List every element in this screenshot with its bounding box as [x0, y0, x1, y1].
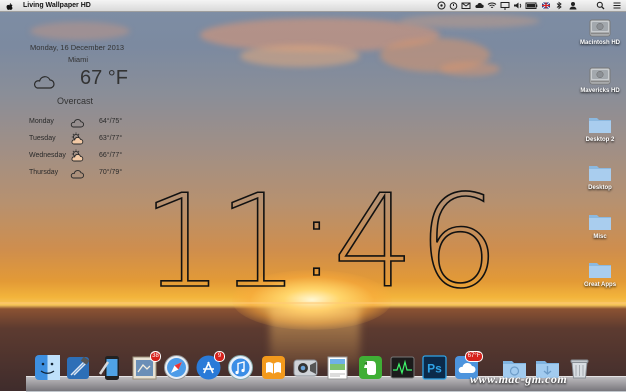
- facetime-camera-icon[interactable]: [292, 354, 319, 381]
- trash-icon[interactable]: [566, 354, 593, 381]
- overcast-icon: [31, 73, 55, 95]
- finder-icon[interactable]: [34, 354, 61, 381]
- weather-badge: 67°F: [465, 351, 483, 362]
- clock-minute-digit: 6: [417, 168, 500, 317]
- mail-badge: 38: [150, 351, 161, 362]
- folder-icon: [587, 210, 613, 232]
- user-icon[interactable]: [568, 1, 578, 10]
- cloudy-icon: [69, 116, 85, 128]
- hard-drive-icon: [587, 16, 613, 38]
- watermark-text: www.mac-gm.com: [470, 372, 568, 386]
- forecast-day: Wednesday: [29, 152, 66, 159]
- status-circle-icon[interactable]: [437, 1, 446, 10]
- ibooks-icon[interactable]: [260, 354, 287, 381]
- safari-icon[interactable]: [163, 354, 190, 381]
- mail-icon[interactable]: [461, 1, 471, 10]
- notification-center-icon[interactable]: [612, 1, 622, 10]
- bluetooth-icon[interactable]: [555, 1, 563, 10]
- desktop-icon-macintosh-hd[interactable]: Macintosh HD: [578, 16, 622, 46]
- spotlight-icon[interactable]: [596, 1, 605, 10]
- clock-hour-digit: 1: [217, 168, 300, 317]
- desktop-icon-label: Great Apps: [583, 282, 617, 288]
- wifi-icon[interactable]: [487, 1, 497, 10]
- clock-hour-digit: 1: [141, 168, 224, 317]
- folder-icon: [587, 113, 613, 135]
- desktop-icon-label: Macintosh HD: [579, 40, 620, 46]
- forecast-temps: 64°/75°: [99, 118, 123, 125]
- app-store-badge: 9: [214, 351, 225, 362]
- app-store-icon[interactable]: 9: [195, 351, 225, 381]
- battery-icon[interactable]: [525, 1, 538, 10]
- folder-icon: [587, 161, 613, 183]
- desktop-icon-misc[interactable]: Misc: [578, 210, 622, 240]
- display-icon[interactable]: [500, 1, 510, 10]
- iphone-simulator-icon[interactable]: [98, 354, 125, 381]
- forecast-temps: 66°/77°: [99, 152, 123, 159]
- cloud-icon[interactable]: [474, 1, 484, 10]
- weather-condition: Overcast: [57, 96, 94, 106]
- desktop-icon-label: Mavericks HD: [580, 88, 620, 94]
- forecast-day: Thursday: [29, 169, 59, 176]
- clock-minute-digit: 4: [332, 168, 415, 317]
- cloudy-icon: [69, 167, 85, 179]
- flag-icon[interactable]: [541, 1, 551, 10]
- itunes-icon[interactable]: [227, 354, 254, 381]
- hard-drive-icon: [587, 64, 613, 86]
- mail-stamp-icon[interactable]: 38: [131, 351, 161, 381]
- forecast-day: Tuesday: [29, 135, 56, 142]
- partly-sunny-icon: [69, 132, 85, 145]
- clock-separator: :: [297, 172, 336, 302]
- forecast-temps: 63°/77°: [99, 135, 123, 142]
- desktop-icon-label: Misc: [593, 234, 607, 240]
- evernote-icon[interactable]: [357, 354, 384, 381]
- folder-icon: [587, 258, 613, 280]
- desktop-icon-label: Desktop: [588, 185, 612, 191]
- cloud-shape: [30, 22, 130, 40]
- cloud-shape: [240, 45, 360, 67]
- apple-icon[interactable]: [5, 0, 14, 11]
- app-menu-title[interactable]: Living Wallpaper HD: [23, 0, 91, 11]
- cloud-shape: [440, 62, 500, 76]
- desktop-icon-great-apps[interactable]: Great Apps: [578, 258, 622, 288]
- preview-icon[interactable]: [324, 354, 351, 381]
- menu-bar: Living Wallpaper HD: [0, 0, 626, 12]
- current-temperature: 67 °F: [80, 67, 129, 89]
- weather-city: Miami: [68, 55, 88, 64]
- weather-date: Monday, 16 December 2013: [30, 43, 125, 52]
- volume-icon[interactable]: [513, 1, 523, 10]
- desktop-icon-label: Desktop 2: [585, 137, 615, 143]
- photoshop-icon[interactable]: Ps: [421, 354, 448, 381]
- xcode-icon[interactable]: [65, 354, 92, 381]
- desktop-icon-desktop-2[interactable]: Desktop 2: [578, 113, 622, 143]
- photoshop-label: Ps: [427, 362, 442, 376]
- desktop-icon-desktop[interactable]: Desktop: [578, 161, 622, 191]
- cloud-shape: [400, 14, 540, 28]
- forecast-temps: 70°/79°: [99, 169, 123, 176]
- clock-display: 1 1 : 4 6: [140, 168, 510, 317]
- timer-icon[interactable]: [449, 1, 458, 10]
- forecast-day: Monday: [29, 118, 54, 125]
- partly-sunny-icon: [69, 149, 85, 162]
- activity-monitor-icon[interactable]: [389, 354, 416, 381]
- desktop-icon-mavericks-hd[interactable]: Mavericks HD: [578, 64, 622, 94]
